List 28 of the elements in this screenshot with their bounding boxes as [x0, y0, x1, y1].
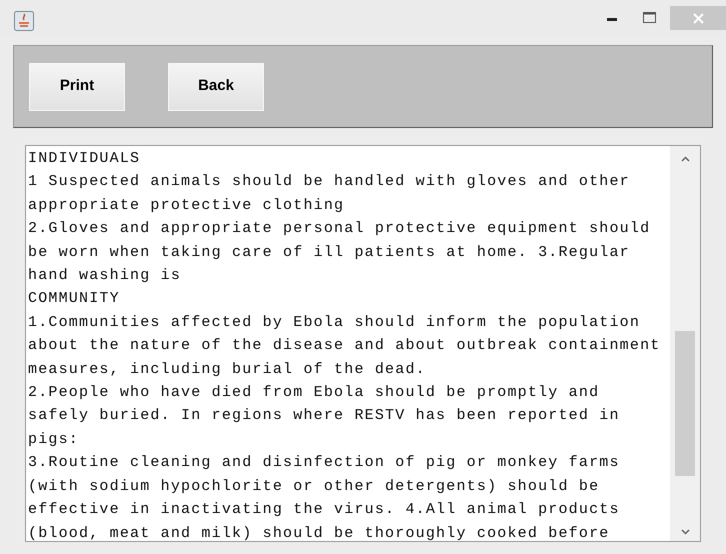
- text-line: (with sodium hypochlorite or other detergents) should be: [28, 476, 600, 497]
- scroll-down-icon[interactable]: [680, 529, 690, 535]
- minimize-icon[interactable]: [607, 18, 617, 22]
- text-line: 1 Suspected animals should be handled with gloves and other: [28, 172, 630, 192]
- text-line: about the nature of the disease and about outbreak containment: [28, 336, 660, 356]
- text-line: be worn when taking care of ill patients at home. 3.Regular: [28, 242, 630, 263]
- toolbar-button[interactable]: Print: [29, 62, 125, 110]
- text-line: 2.People who have died from Ebola should be promptly and: [28, 383, 600, 404]
- toolbar-button[interactable]: Back: [168, 62, 264, 110]
- scroll-thumb[interactable]: [675, 331, 695, 476]
- maximize-icon[interactable]: [643, 12, 656, 23]
- text-line: effective in inactivating the virus. 4.All animal products: [28, 500, 620, 520]
- text-line: hand washing is: [28, 266, 182, 286]
- text-area[interactable]: [25, 145, 701, 542]
- text-line: safely buried. In regions where RESTV has been reported in: [28, 406, 620, 426]
- text-line: COMMUNITY: [28, 289, 120, 310]
- text-line: pigs:: [28, 430, 80, 450]
- text-line: INDIVIDUALS: [28, 149, 140, 169]
- text-line: measures, including burial of the dead.: [28, 360, 426, 380]
- text-line: 1.Communities affected by Ebola should inform the population: [28, 312, 640, 333]
- text-line: 3.Routine cleaning and disinfection of pig or monkey farms: [28, 453, 620, 474]
- text-line: (blood, meat and milk) should be thoroughly cooked before: [28, 524, 610, 541]
- close-icon: [692, 12, 704, 24]
- app-icon: [14, 11, 34, 31]
- text-line: appropriate protective clothing: [28, 196, 344, 216]
- scrollbar[interactable]: [670, 146, 700, 541]
- scroll-up-icon[interactable]: [680, 156, 690, 162]
- text-line: 2.Gloves and appropriate personal protective equipment should: [28, 219, 650, 240]
